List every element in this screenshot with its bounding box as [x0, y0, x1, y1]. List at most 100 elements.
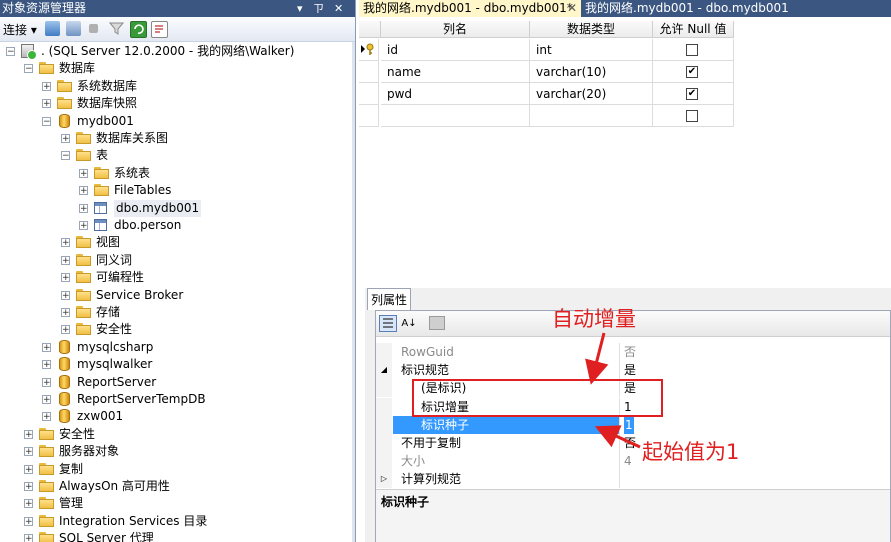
- tree-item[interactable]: − 数据库: [0, 60, 350, 77]
- alphabetical-icon[interactable]: A↓: [400, 315, 418, 332]
- tree-item[interactable]: + mysqlwalker: [0, 356, 350, 373]
- column-header-datatype[interactable]: 数据类型: [530, 21, 653, 38]
- expand-icon[interactable]: +: [79, 203, 88, 213]
- tree-item[interactable]: + mysqlcsharp: [0, 339, 350, 356]
- tree-item[interactable]: + 安全性: [0, 426, 350, 443]
- filter-icon[interactable]: [108, 21, 125, 36]
- expand-icon[interactable]: +: [42, 342, 51, 352]
- allow-null-checkbox[interactable]: ✔: [686, 88, 698, 100]
- expand-icon[interactable]: +: [24, 534, 33, 542]
- tree-item[interactable]: + AlwaysOn 高可用性: [0, 478, 350, 495]
- property-row[interactable]: 不用于复制 否: [376, 434, 890, 452]
- tab-column-properties[interactable]: 列属性: [367, 288, 411, 310]
- tab-table-designer[interactable]: 我的网络.mydb001 - dbo.mydb001: [585, 0, 789, 17]
- tree-item[interactable]: + 系统数据库: [0, 78, 350, 95]
- row-selector[interactable]: [359, 83, 379, 105]
- data-type-cell[interactable]: int: [530, 39, 653, 61]
- tree-item[interactable]: + Integration Services 目录: [0, 513, 350, 530]
- expand-icon[interactable]: +: [61, 255, 70, 265]
- connect-button[interactable]: 连接 ▾: [3, 21, 37, 38]
- tree-item[interactable]: + 存储: [0, 304, 350, 321]
- expand-icon[interactable]: +: [24, 482, 33, 492]
- tree-item[interactable]: + zxw001: [0, 408, 350, 425]
- row-selector[interactable]: [359, 105, 379, 127]
- property-row[interactable]: ◢ 标识规范 是: [376, 361, 890, 380]
- expand-icon[interactable]: +: [42, 360, 51, 370]
- expand-icon[interactable]: +: [79, 186, 88, 196]
- tree-item[interactable]: − mydb001: [0, 113, 350, 130]
- tree-item[interactable]: + 系统表: [0, 165, 350, 182]
- tree-item[interactable]: + 数据库快照: [0, 95, 350, 112]
- tree-item[interactable]: + 复制: [0, 461, 350, 478]
- row-selector[interactable]: [359, 61, 379, 83]
- property-row[interactable]: 标识种子 1: [376, 415, 890, 434]
- tree-item[interactable]: + ReportServerTempDB: [0, 391, 350, 408]
- tree-item[interactable]: + 安全性: [0, 321, 350, 338]
- tree-item[interactable]: + 服务器对象: [0, 443, 350, 460]
- collapse-icon[interactable]: −: [42, 116, 51, 126]
- tree-item[interactable]: + Service Broker: [0, 287, 350, 304]
- column-name-cell[interactable]: id: [381, 39, 530, 61]
- column-name-cell[interactable]: name: [381, 61, 530, 83]
- expand-icon[interactable]: +: [24, 516, 33, 526]
- property-row[interactable]: ▷ 计算列规范: [376, 470, 890, 489]
- expand-icon[interactable]: +: [24, 464, 33, 474]
- tree-item[interactable]: + FileTables: [0, 182, 350, 199]
- stop-icon[interactable]: [89, 24, 98, 33]
- expand-icon[interactable]: +: [79, 221, 88, 231]
- tree-item[interactable]: − 表: [0, 147, 350, 164]
- tree-item[interactable]: + 可编程性: [0, 269, 350, 286]
- expand-icon[interactable]: +: [42, 377, 51, 387]
- property-pages-icon[interactable]: [429, 316, 445, 330]
- collapse-icon[interactable]: −: [6, 47, 15, 57]
- expand-icon[interactable]: ▷: [376, 470, 392, 489]
- expand-icon[interactable]: +: [79, 168, 88, 178]
- tree-item[interactable]: + 管理: [0, 495, 350, 512]
- expand-icon[interactable]: +: [61, 273, 70, 283]
- tree-item[interactable]: − . (SQL Server 12.0.2000 - 我的网络\Walker): [0, 43, 350, 60]
- column-header-allow-null[interactable]: 允许 Null 值: [653, 21, 734, 38]
- tree-item[interactable]: + SQL Server 代理: [0, 530, 350, 542]
- expand-icon[interactable]: +: [24, 447, 33, 457]
- object-explorer-scrollbar[interactable]: [352, 42, 355, 542]
- tree-item[interactable]: + 数据库关系图: [0, 130, 350, 147]
- allow-null-checkbox[interactable]: [686, 44, 698, 56]
- expand-icon[interactable]: +: [61, 134, 70, 144]
- data-type-cell[interactable]: varchar(10): [530, 61, 653, 83]
- collapse-icon[interactable]: ◢: [376, 361, 392, 380]
- tree-item[interactable]: + 同义词: [0, 252, 350, 269]
- close-tab-icon[interactable]: ✕: [567, 0, 577, 17]
- disconnect-icon[interactable]: [66, 21, 81, 36]
- expand-icon[interactable]: +: [42, 99, 51, 109]
- property-value[interactable]: 1: [624, 415, 634, 434]
- data-type-cell[interactable]: varchar(20): [530, 83, 653, 105]
- allow-null-checkbox[interactable]: [686, 110, 698, 122]
- allow-null-checkbox[interactable]: ✔: [686, 66, 698, 78]
- expand-icon[interactable]: +: [61, 290, 70, 300]
- collapse-icon[interactable]: −: [61, 151, 70, 161]
- tab-table-designer-active[interactable]: 我的网络.mydb001 - dbo.mydb001* ✕: [359, 0, 581, 17]
- categorized-icon[interactable]: [379, 315, 397, 332]
- expand-icon[interactable]: +: [42, 412, 51, 422]
- expand-icon[interactable]: +: [24, 429, 33, 439]
- tree-item[interactable]: + dbo.person: [0, 217, 350, 234]
- expand-icon[interactable]: +: [42, 81, 51, 91]
- pin-icon[interactable]: ㄗ: [313, 0, 324, 17]
- expand-icon[interactable]: +: [24, 499, 33, 509]
- dropdown-icon[interactable]: ▾: [297, 0, 303, 17]
- tree-item[interactable]: + 视图: [0, 234, 350, 251]
- column-name-cell[interactable]: [381, 105, 530, 127]
- data-type-cell[interactable]: [530, 105, 653, 127]
- expand-icon[interactable]: +: [61, 308, 70, 318]
- connect-server-icon[interactable]: [45, 21, 60, 36]
- row-selector[interactable]: [359, 39, 379, 61]
- collapse-icon[interactable]: −: [24, 64, 33, 74]
- property-row[interactable]: 大小 4: [376, 452, 890, 471]
- tree-item[interactable]: + ReportServer: [0, 374, 350, 391]
- tree-item[interactable]: + dbo.mydb001: [0, 199, 350, 217]
- property-row[interactable]: RowGuid 否: [376, 343, 890, 361]
- expand-icon[interactable]: +: [42, 395, 51, 405]
- close-icon[interactable]: ✕: [334, 0, 343, 17]
- expand-icon[interactable]: +: [61, 238, 70, 248]
- refresh-icon[interactable]: [130, 21, 147, 38]
